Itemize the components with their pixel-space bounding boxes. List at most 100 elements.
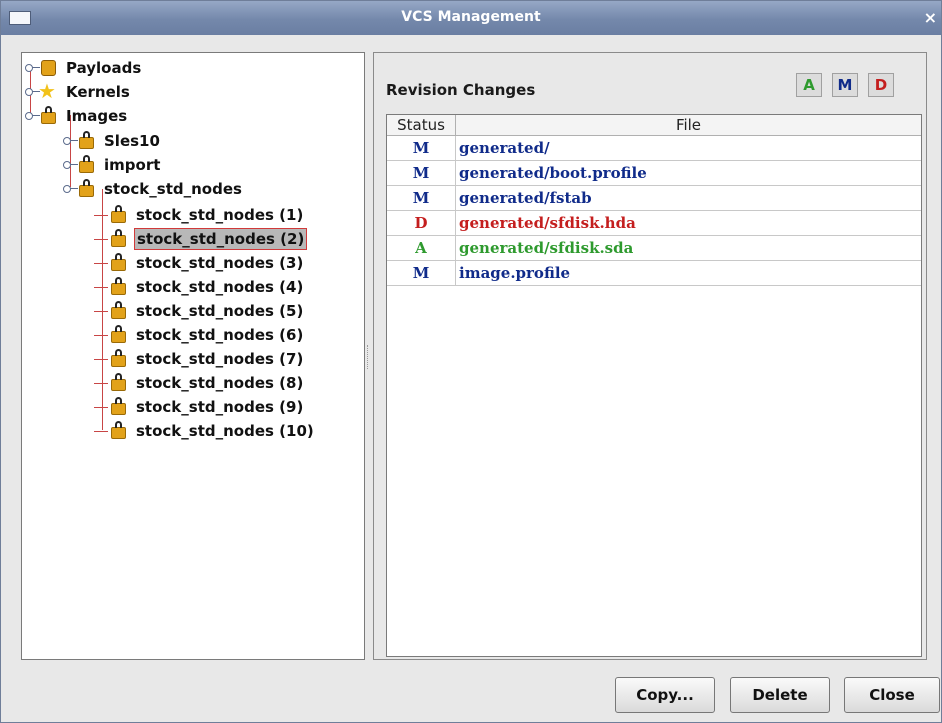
tree-branch-line bbox=[94, 238, 108, 240]
tree-item[interactable]: Payloads bbox=[24, 56, 143, 80]
table-row[interactable]: Dgenerated/sfdisk.hda bbox=[387, 211, 921, 236]
lock-icon bbox=[108, 301, 130, 321]
tree-item-label: stock_std_nodes (9) bbox=[136, 398, 304, 416]
tree-branch-line bbox=[94, 262, 108, 264]
tree-branch-line bbox=[94, 214, 108, 216]
lock-icon bbox=[108, 229, 130, 249]
table-row[interactable]: Mgenerated/fstab bbox=[387, 186, 921, 211]
file-cell: generated/boot.profile bbox=[459, 164, 647, 182]
tree-expand-handle-icon[interactable] bbox=[24, 80, 40, 104]
lock-icon bbox=[38, 106, 60, 126]
tree-item[interactable]: stock_std_nodes (10) bbox=[94, 419, 316, 443]
tree-expand-handle-icon[interactable] bbox=[62, 129, 78, 153]
tree-item-label: stock_std_nodes (10) bbox=[136, 422, 314, 440]
tree-branch-line bbox=[94, 358, 108, 360]
revision-table: Status File Mgenerated/Mgenerated/boot.p… bbox=[386, 114, 922, 657]
tree-item-label: stock_std_nodes (4) bbox=[136, 278, 304, 296]
tree-expand-handle-icon[interactable] bbox=[24, 104, 40, 128]
tree-branch-line bbox=[94, 310, 108, 312]
tree-item-label: import bbox=[104, 156, 161, 174]
tree-branch-line bbox=[94, 286, 108, 288]
delete-button[interactable]: Delete bbox=[730, 677, 830, 713]
tree-item[interactable]: stock_std_nodes (4) bbox=[94, 275, 305, 299]
file-cell: generated/fstab bbox=[459, 189, 592, 207]
tree-item[interactable]: stock_std_nodes (9) bbox=[94, 395, 305, 419]
tree-panel: Payloads ★ Kernels Images Sles10 import stock_… bbox=[21, 52, 365, 660]
lock-icon bbox=[76, 179, 98, 199]
tree-item-label: stock_std_nodes (7) bbox=[136, 350, 304, 368]
table-row[interactable]: Mimage.profile bbox=[387, 261, 921, 286]
file-cell: generated/sfdisk.sda bbox=[459, 239, 634, 257]
tree-item[interactable]: stock_std_nodes (7) bbox=[94, 347, 305, 371]
status-cell: M bbox=[387, 261, 456, 285]
lock-icon bbox=[76, 155, 98, 175]
tree-branch-line bbox=[94, 334, 108, 336]
lock-icon bbox=[108, 397, 130, 417]
tree-item[interactable]: stock_std_nodes (5) bbox=[94, 299, 305, 323]
tree-item-label: Sles10 bbox=[104, 132, 160, 150]
lock-icon bbox=[76, 131, 98, 151]
table-header: Status File bbox=[387, 115, 921, 136]
status-cell: D bbox=[387, 211, 456, 235]
filter-modified-button[interactable]: M bbox=[832, 73, 858, 97]
tree-item-label: stock_std_nodes bbox=[104, 180, 242, 198]
filter-added-button[interactable]: A bbox=[796, 73, 822, 97]
tree-item[interactable]: stock_std_nodes (2) bbox=[94, 227, 308, 251]
tree-item[interactable]: ★ Kernels bbox=[24, 80, 132, 104]
tree-item-label: Images bbox=[66, 107, 128, 125]
vcs-management-window: VCS Management × Payloads ★ Kernels Images S… bbox=[0, 0, 942, 723]
close-icon[interactable]: × bbox=[924, 8, 937, 27]
image-tree: Payloads ★ Kernels Images Sles10 import stock_… bbox=[22, 53, 364, 659]
status-cell: A bbox=[387, 236, 456, 260]
tree-item[interactable]: stock_std_nodes (8) bbox=[94, 371, 305, 395]
splitter-handle[interactable] bbox=[367, 345, 371, 369]
tree-item-label: stock_std_nodes (6) bbox=[136, 326, 304, 344]
filter-deleted-button[interactable]: D bbox=[868, 73, 894, 97]
file-cell: image.profile bbox=[459, 264, 571, 282]
tree-item[interactable]: Sles10 bbox=[62, 129, 162, 153]
tree-branch-line bbox=[94, 406, 108, 408]
table-body: Mgenerated/Mgenerated/boot.profile Mgener… bbox=[387, 136, 921, 286]
tree-expand-handle-icon[interactable] bbox=[24, 56, 40, 80]
lock-icon bbox=[108, 325, 130, 345]
tree-expand-handle-icon[interactable] bbox=[62, 177, 78, 201]
tree-item-label: stock_std_nodes (8) bbox=[136, 374, 304, 392]
tree-item[interactable]: stock_std_nodes (6) bbox=[94, 323, 305, 347]
lock-icon bbox=[108, 205, 130, 225]
status-cell: M bbox=[387, 161, 456, 185]
tree-item-label: Payloads bbox=[66, 59, 142, 77]
tree-item[interactable]: stock_std_nodes (3) bbox=[94, 251, 305, 275]
table-row[interactable]: Mgenerated/ bbox=[387, 136, 921, 161]
tree-item[interactable]: stock_std_nodes (1) bbox=[94, 203, 305, 227]
table-row[interactable]: Agenerated/sfdisk.sda bbox=[387, 236, 921, 261]
tree-item-label: stock_std_nodes (1) bbox=[136, 206, 304, 224]
window-title: VCS Management bbox=[401, 9, 541, 25]
tree-item-label: stock_std_nodes (2) bbox=[134, 228, 308, 250]
tree-branch-line bbox=[94, 382, 108, 384]
star-icon: ★ bbox=[38, 79, 56, 103]
title-bar[interactable]: VCS Management × bbox=[1, 1, 941, 35]
tree-item[interactable]: Images bbox=[24, 104, 129, 128]
copy-button[interactable]: Copy... bbox=[615, 677, 715, 713]
status-cell: M bbox=[387, 136, 456, 160]
tree-item-label: Kernels bbox=[66, 83, 130, 101]
column-header-status[interactable]: Status bbox=[387, 115, 456, 135]
tree-item[interactable]: import bbox=[62, 153, 162, 177]
revision-changes-title: Revision Changes bbox=[386, 81, 536, 99]
tree-branch-line bbox=[94, 430, 108, 432]
lock-icon bbox=[108, 253, 130, 273]
tree-expand-handle-icon[interactable] bbox=[62, 153, 78, 177]
lock-icon bbox=[108, 373, 130, 393]
file-cell: generated/sfdisk.hda bbox=[459, 214, 636, 232]
tree-item[interactable]: stock_std_nodes bbox=[62, 177, 244, 201]
tree-item-label: stock_std_nodes (5) bbox=[136, 302, 304, 320]
close-button[interactable]: Close bbox=[844, 677, 940, 713]
table-row[interactable]: Mgenerated/boot.profile bbox=[387, 161, 921, 186]
column-header-file[interactable]: File bbox=[456, 115, 921, 135]
bag-icon bbox=[38, 58, 60, 78]
lock-icon bbox=[108, 421, 130, 441]
revision-panel: Revision Changes A M D Status File Mgene… bbox=[373, 52, 927, 660]
tree-item-label: stock_std_nodes (3) bbox=[136, 254, 304, 272]
file-cell: generated/ bbox=[459, 139, 550, 157]
lock-icon bbox=[108, 277, 130, 297]
